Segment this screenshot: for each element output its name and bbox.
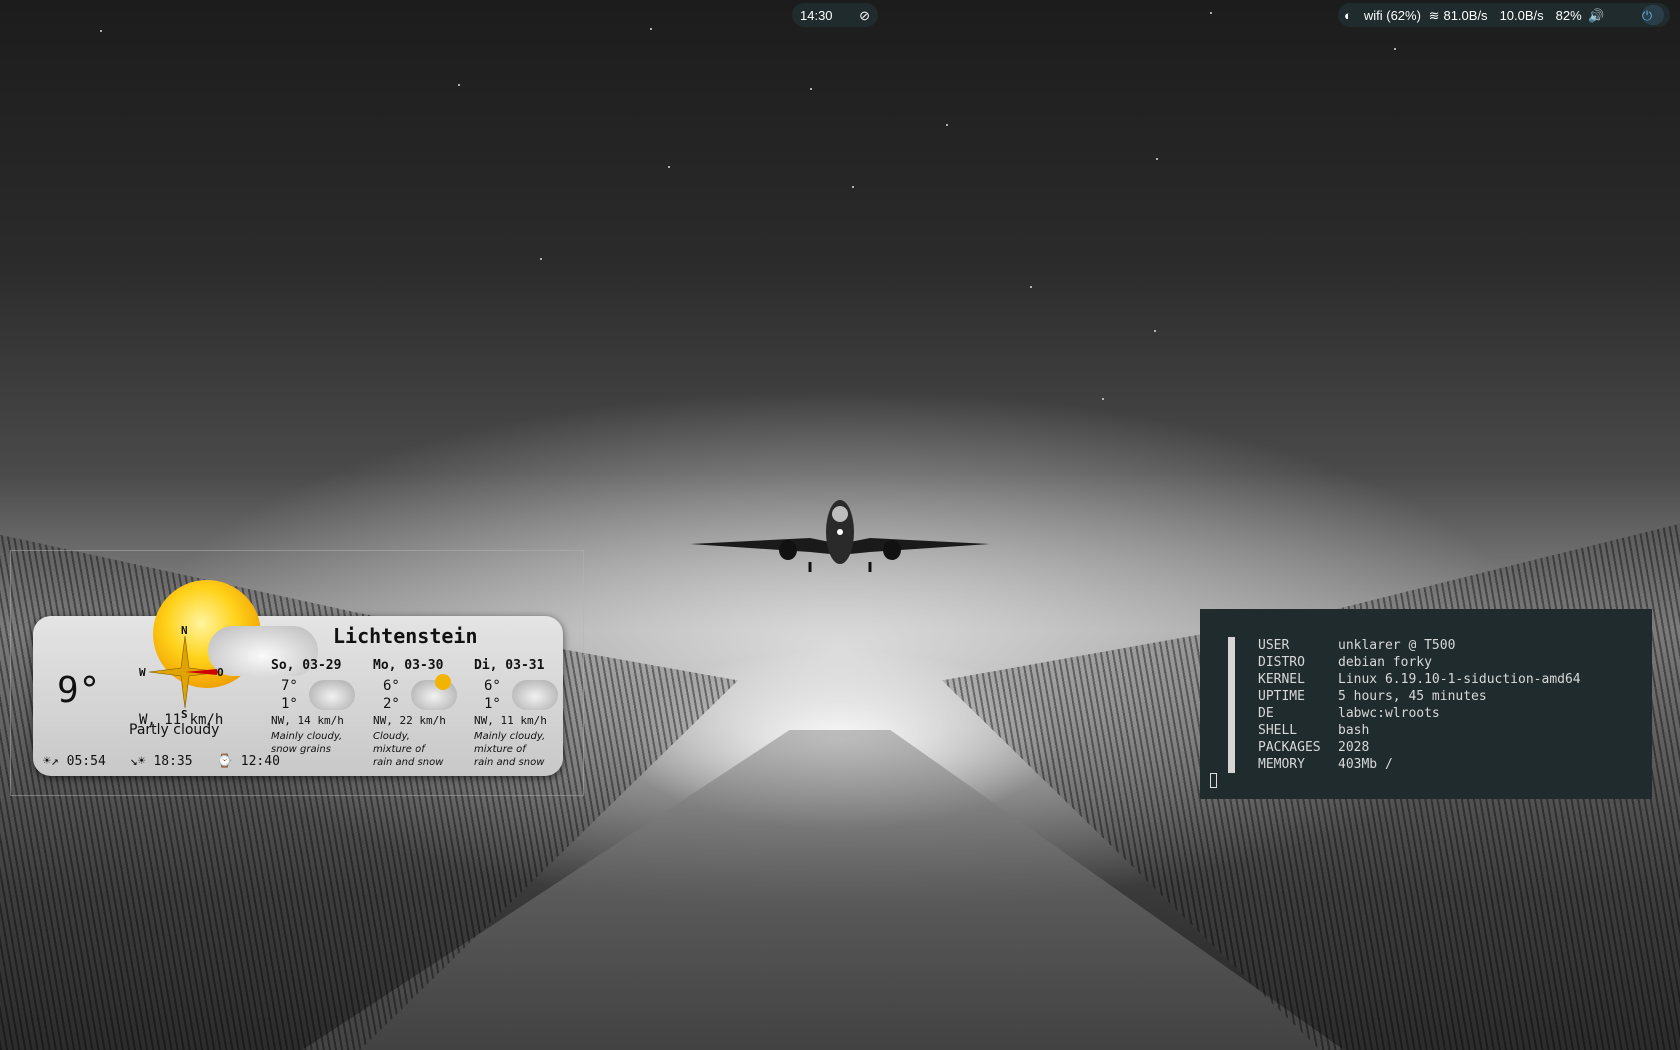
forecast-high: 6° <box>383 678 400 694</box>
upload-rate: 10.0B/s <box>1499 7 1544 23</box>
sunrise-icon: ☀↗ <box>43 754 59 769</box>
system-status-pill: ◐ wifi (62%) ≋ 81.0B/s 10.0B/s 82% 🔊 ⏻ <box>1338 3 1670 27</box>
forecast-wind: NW, 11 km/h <box>474 714 547 727</box>
rain-snow-cloud-icon <box>512 680 558 710</box>
sysinfo-key: SHELL <box>1258 723 1298 738</box>
sun-times-row: ☀↗ 05:54 ↘☀ 18:35 ⌚ 12:40 <box>43 754 280 769</box>
clock-pill[interactable]: 14:30 ⊘ <box>792 3 878 27</box>
daylight: ⌚ 12:40 <box>217 754 280 769</box>
snow-cloud-icon <box>309 680 355 710</box>
forecast-low: 1° <box>281 696 298 712</box>
eye-off-icon[interactable]: ⊘ <box>859 9 870 22</box>
sysinfo-value: Linux 6.19.10-1-siduction-amd64 <box>1338 672 1581 687</box>
sysinfo-list: USER unklarer @ T500 DISTRO debian forky K… <box>1258 637 1581 773</box>
forecast-date: So, 03-29 <box>271 658 342 673</box>
sysinfo-row: UPTIME 5 hours, 45 minutes <box>1258 688 1581 705</box>
forecast-desc-line: Mainly cloudy, <box>474 731 546 742</box>
clock-time: 14:30 <box>800 7 833 23</box>
compass-o: O <box>217 666 224 679</box>
daylight-duration: 12:40 <box>240 754 280 769</box>
clock-icon: ⌚ <box>216 754 233 769</box>
sysinfo-value: debian forky <box>1338 655 1432 670</box>
sysinfo-key: UPTIME <box>1258 689 1305 704</box>
sysinfo-row: SHELL bash <box>1258 722 1581 739</box>
forecast-description: Mainly cloudy, snow grains <box>271 730 371 756</box>
small-sun-icon <box>435 674 451 690</box>
wifi-label: wifi (62%) <box>1363 7 1421 23</box>
power-icon: ⏻ <box>1641 7 1653 23</box>
forecast-description: Cloudy, mixture of rain and snow <box>373 730 473 769</box>
sysinfo-value: 403Mb / <box>1338 757 1393 772</box>
airplane-image <box>690 500 990 572</box>
compass-n: N <box>181 624 188 637</box>
forecast-desc-line: mixture of <box>373 744 425 755</box>
speaker-icon: 🔊 <box>1588 7 1605 23</box>
monitor-icon[interactable]: ◐ <box>1344 9 1352 22</box>
power-button[interactable]: ⏻ <box>1642 5 1664 25</box>
download-rate: 81.0B/s <box>1443 7 1488 23</box>
forecast-desc-line: mixture of <box>474 744 526 755</box>
sunrise-time: 05:54 <box>66 754 106 769</box>
forecast-wind: NW, 14 km/h <box>271 714 344 727</box>
location-name: Lichtenstein <box>333 624 478 648</box>
forecast-desc-line: rain and snow <box>373 757 444 768</box>
forecast-desc-line: Mainly cloudy, <box>271 731 343 742</box>
current-temperature: 9° <box>57 670 101 711</box>
sysinfo-value: labwc:wlroots <box>1338 706 1440 721</box>
forecast-day: Di, 03-31 6° 1° NW, 11 km/h Mainly cloud… <box>474 658 570 768</box>
sysinfo-value: 2028 <box>1338 740 1370 755</box>
wind-compass: N S W O <box>139 624 229 721</box>
sysinfo-row: KERNEL Linux 6.19.10-1-siduction-amd64 <box>1258 671 1581 688</box>
forecast-wind: NW, 22 km/h <box>373 714 446 727</box>
forecast-description: Mainly cloudy, mixture of rain and snow <box>474 730 574 769</box>
wifi-status[interactable]: wifi (62%) ≋ 81.0B/s <box>1364 8 1488 23</box>
sunset: ↘☀ 18:35 <box>130 754 193 769</box>
sunset-time: 18:35 <box>153 754 193 769</box>
sysinfo-key: DISTRO <box>1258 655 1305 670</box>
sysinfo-key: MEMORY <box>1258 757 1305 772</box>
volume-level: 82% <box>1555 7 1582 23</box>
sysinfo-row: DISTRO debian forky <box>1258 654 1581 671</box>
sysinfo-key: DE <box>1258 706 1274 721</box>
compass-rose-icon <box>148 635 222 709</box>
forecast-date: Mo, 03-30 <box>373 658 444 673</box>
sunrise: ☀↗ 05:54 <box>43 754 106 769</box>
sysinfo-row: DE labwc:wlroots <box>1258 705 1581 722</box>
compass-w: W <box>139 666 146 679</box>
terminal-window[interactable]: USER unklarer @ T500 DISTRO debian forky K… <box>1200 609 1652 799</box>
forecast-day: Mo, 03-30 6° 2° NW, 22 km/h Cloudy, mixt… <box>373 658 469 768</box>
wifi-icon: ≋ <box>1428 7 1440 23</box>
current-condition: Partly cloudy <box>129 722 220 738</box>
forecast-day: So, 03-29 7° 1° NW, 14 km/h Mainly cloud… <box>271 658 367 755</box>
sysinfo-key: PACKAGES <box>1258 740 1321 755</box>
forecast-low: 1° <box>484 696 501 712</box>
forecast-high: 6° <box>484 678 501 694</box>
sysinfo-key: KERNEL <box>1258 672 1305 687</box>
sysinfo-row: USER unklarer @ T500 <box>1258 637 1581 654</box>
forecast-low: 2° <box>383 696 400 712</box>
sysinfo-value: unklarer @ T500 <box>1338 638 1456 653</box>
sysinfo-value: bash <box>1338 723 1370 738</box>
sysinfo-row: MEMORY 403Mb / <box>1258 756 1581 773</box>
sysinfo-key: USER <box>1258 638 1290 653</box>
forecast-high: 7° <box>281 678 298 694</box>
sunset-icon: ↘☀ <box>129 754 146 769</box>
forecast-date: Di, 03-31 <box>474 658 545 673</box>
sysinfo-value: 5 hours, 45 minutes <box>1338 689 1487 704</box>
weather-widget[interactable]: N S W O 9° W, 11 km/h Partly cloudy Lich… <box>33 580 563 776</box>
forecast-desc-line: snow grains <box>271 744 331 755</box>
terminal-cursor <box>1210 773 1217 788</box>
forecast-desc-line: Cloudy, <box>373 731 410 742</box>
logo-bar <box>1228 637 1235 773</box>
sysinfo-row: PACKAGES 2028 <box>1258 739 1581 756</box>
forecast-desc-line: rain and snow <box>474 757 545 768</box>
volume-status[interactable]: 82% 🔊 <box>1556 8 1605 23</box>
